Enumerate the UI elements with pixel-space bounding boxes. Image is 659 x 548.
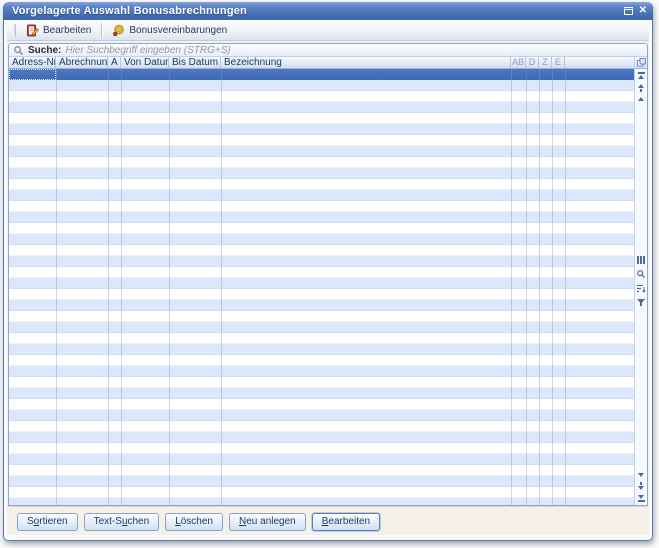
dialog-window: Vorgelagerte Auswahl Bonusabrechnungen ✕	[3, 2, 653, 541]
scroll-page-down-button[interactable]	[638, 482, 644, 490]
column-header-z[interactable]: Z	[539, 57, 552, 68]
bonus-icon	[112, 24, 125, 37]
scroll-first-button[interactable]	[637, 72, 645, 79]
title-bar[interactable]: Vorgelagerte Auswahl Bonusabrechnungen ✕	[3, 2, 653, 20]
selected-row[interactable]	[9, 69, 634, 80]
sort-icon[interactable]	[636, 284, 646, 294]
toolbar-bonusvereinbarungen-button[interactable]: Bonusvereinbarungen	[107, 22, 232, 39]
table-body[interactable]	[9, 69, 634, 505]
column-chooser-button[interactable]	[635, 57, 647, 69]
neu-anlegen-button[interactable]: Neu anlegen	[229, 513, 306, 531]
edit-icon	[26, 24, 39, 37]
client-area: Bearbeiten Bonusvereinbarungen Suche: Hi…	[7, 20, 649, 535]
toolbar-bearbeiten-button[interactable]: Bearbeiten	[21, 22, 96, 39]
column-chooser-icon	[636, 58, 646, 67]
search-bar[interactable]: Suche: Hier Suchbegriff eingeben (STRG+S…	[9, 44, 647, 57]
column-header-filler	[565, 57, 634, 68]
table-header: Adress-Nr. Abrechnungs-Nr A Von Datum Bi…	[9, 57, 634, 69]
column-header-von-datum[interactable]: Von Datum	[121, 57, 169, 68]
scroll-page-up-button[interactable]	[638, 84, 644, 92]
close-button[interactable]: ✕	[639, 6, 647, 16]
toolbar-bearbeiten-label: Bearbeiten	[43, 24, 92, 36]
column-separator	[108, 69, 109, 505]
grid-panel: Suche: Hier Suchbegriff eingeben (STRG+S…	[8, 43, 648, 506]
restore-icon	[623, 7, 633, 15]
sortieren-button[interactable]: Sortieren	[17, 513, 78, 531]
toolbar-separator	[101, 23, 103, 37]
focus-cell	[9, 69, 56, 80]
window-title: Vorgelagerte Auswahl Bonusabrechnungen	[12, 5, 247, 17]
search-label: Suche:	[28, 44, 62, 56]
toolbar-bonusvereinbarungen-label: Bonusvereinbarungen	[129, 24, 228, 36]
search-icon[interactable]	[636, 269, 646, 279]
column-header-e[interactable]: E	[552, 57, 565, 68]
loeschen-button[interactable]: Löschen	[165, 513, 223, 531]
empty-rows[interactable]	[9, 80, 634, 505]
search-input[interactable]: Hier Suchbegriff eingeben (STRG+S)	[65, 45, 230, 56]
column-header-abrechnungs-nr[interactable]: Abrechnungs-Nr	[56, 57, 108, 68]
toolbar: Bearbeiten Bonusvereinbarungen	[7, 20, 649, 41]
scroll-down-button[interactable]	[638, 473, 644, 477]
bearbeiten-button[interactable]: Bearbeiten	[311, 513, 381, 531]
scroll-last-button[interactable]	[637, 495, 645, 502]
columns-icon[interactable]	[637, 256, 645, 265]
footer-bar: Sortieren Text-Suchen Löschen Neu anlege…	[7, 506, 649, 535]
column-separator	[511, 69, 512, 505]
scroll-rail	[634, 57, 647, 505]
column-separator	[565, 69, 566, 505]
column-separator	[526, 69, 527, 505]
column-header-a[interactable]: A	[108, 57, 121, 68]
column-separator	[552, 69, 553, 505]
search-icon	[13, 45, 24, 56]
toolbar-grip[interactable]	[13, 23, 16, 37]
column-separator	[221, 69, 222, 505]
column-header-ab[interactable]: AB	[511, 57, 526, 68]
column-header-adress-nr[interactable]: Adress-Nr.	[9, 57, 56, 68]
restore-button[interactable]	[623, 2, 633, 20]
column-separator	[539, 69, 540, 505]
column-header-d[interactable]: D	[526, 57, 539, 68]
filter-icon[interactable]	[636, 298, 646, 307]
scroll-up-button[interactable]	[638, 97, 644, 101]
column-header-bezeichnung[interactable]: Bezeichnung	[221, 57, 511, 68]
column-header-bis-datum[interactable]: Bis Datum	[169, 57, 221, 68]
column-separator	[121, 69, 122, 505]
text-suchen-button[interactable]: Text-Suchen	[83, 513, 160, 531]
column-separator	[56, 69, 57, 505]
column-separator	[169, 69, 170, 505]
